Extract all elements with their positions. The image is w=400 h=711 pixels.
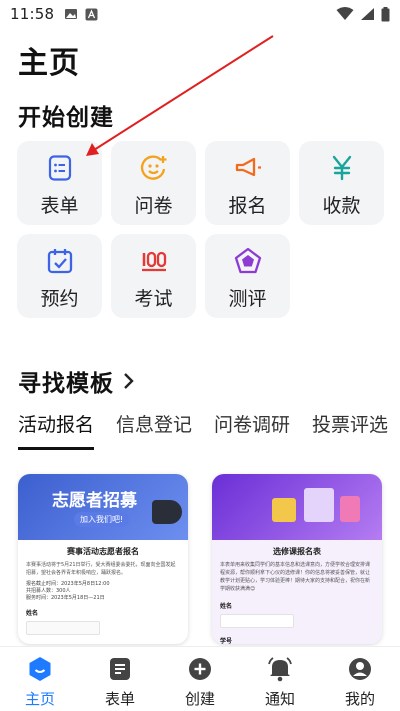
template-cards: 志愿者招募 加入我们吧! 赛事活动志愿者报名 本赛事活动将于5月21日举行，受大…: [18, 474, 382, 644]
page-title: 主页: [18, 46, 80, 81]
nav-notifications-label: 通知: [264, 690, 295, 708]
bell-icon: [267, 656, 293, 682]
status-bar: 11:58: [0, 0, 400, 28]
battery-icon: [381, 6, 390, 21]
card-banner-decoration: [340, 496, 360, 522]
card-description: 本赛事活动将于5月21日举行，受大赛组委会委托，现面向全国发起招募，望社会各界青…: [26, 562, 176, 576]
create-exam-label: 考试: [134, 288, 173, 310]
create-exam-tile[interactable]: 考试: [111, 234, 196, 318]
card-banner: 志愿者招募 加入我们吧!: [18, 474, 188, 540]
card-description: 本表单用来收集同学们的基本信息和选课意向，方便学校合理安排课程资源，帮你顺利拿下…: [220, 562, 371, 592]
create-section-title: 开始创建: [18, 105, 114, 131]
nav-profile[interactable]: 我的: [320, 647, 400, 711]
profile-icon: [347, 656, 373, 682]
card-banner-title: 志愿者招募: [52, 491, 137, 511]
create-form-label: 表单: [40, 195, 79, 217]
card-field-label: 姓名: [26, 610, 39, 617]
status-time: 11:58: [10, 5, 55, 23]
plus-circle-icon: [187, 656, 213, 682]
tab-vote-selection[interactable]: 投票评选: [312, 410, 388, 450]
create-survey-label: 问卷: [134, 195, 173, 217]
yen-icon: [327, 153, 357, 183]
card-heading: 选修课报名表: [273, 547, 321, 556]
create-survey-tile[interactable]: 问卷: [111, 141, 196, 225]
megaphone-illustration-icon: [152, 500, 182, 524]
calendar-check-icon: [45, 246, 75, 276]
nav-create-label: 创建: [184, 690, 215, 708]
create-payment-tile[interactable]: 收款: [299, 141, 384, 225]
create-booking-label: 预约: [40, 288, 79, 310]
create-signup-tile[interactable]: 报名: [205, 141, 290, 225]
create-grid: 表单 问卷 报名 收款 预约 考试 测评: [17, 141, 385, 318]
font-a-icon: [85, 8, 98, 20]
nav-home[interactable]: 主页: [0, 647, 80, 711]
nav-forms-label: 表单: [104, 690, 135, 708]
chevron-right-icon: [122, 372, 134, 390]
tab-info-registration[interactable]: 信息登记: [116, 410, 192, 450]
form-icon: [45, 153, 75, 183]
wifi-icon: [336, 7, 354, 20]
card-banner: [212, 474, 382, 540]
card-meta-line: 服务时间：2023年5月18日—21日: [26, 595, 105, 601]
tab-survey-research[interactable]: 问卷调研: [214, 410, 290, 450]
card-meta: 报名截止时间：2023年5月8日12:00 共招募人数：300人 服务时间：20…: [26, 581, 180, 602]
gallery-icon: [65, 9, 78, 19]
smile-plus-icon: [139, 153, 169, 183]
nav-profile-label: 我的: [344, 690, 375, 708]
home-icon: [27, 656, 53, 682]
card-meta-line: 报名截止时间：2023年5月8日12:00: [26, 581, 110, 587]
card-meta-line: 共招募人数：300人: [26, 588, 71, 594]
nav-notifications[interactable]: 通知: [240, 647, 320, 711]
create-form-tile[interactable]: 表单: [17, 141, 102, 225]
create-assessment-label: 测评: [228, 288, 267, 310]
card-banner-decoration: [304, 488, 334, 522]
create-signup-label: 报名: [228, 195, 267, 217]
megaphone-icon: [233, 153, 263, 183]
tab-activity-signup[interactable]: 活动报名: [18, 410, 95, 450]
card-field-label-2: 学号: [220, 638, 233, 644]
template-card-elective[interactable]: 选修课报名表 本表单用来收集同学们的基本信息和选课意向，方便学校合理安排课程资源…: [212, 474, 382, 644]
nav-forms[interactable]: 表单: [80, 647, 160, 711]
card-heading: 赛事活动志愿者报名: [67, 547, 139, 556]
create-booking-tile[interactable]: 预约: [17, 234, 102, 318]
score-100-icon: [139, 246, 169, 276]
nav-create[interactable]: 创建: [160, 647, 240, 711]
list-doc-icon: [107, 656, 133, 682]
templates-title-text: 寻找模板: [18, 371, 114, 397]
bottom-nav: 主页 表单 创建 通知 我的: [0, 646, 400, 711]
nav-home-label: 主页: [24, 690, 55, 708]
signal-icon: [361, 8, 374, 20]
template-tabs: 活动报名 信息登记 问卷调研 投票评选: [18, 410, 388, 450]
card-body: 选修课报名表 本表单用来收集同学们的基本信息和选课意向，方便学校合理安排课程资源…: [212, 540, 382, 644]
card-banner-subtitle: 加入我们吧!: [74, 512, 130, 527]
card-field-input: [220, 614, 294, 628]
card-field-label: 姓名: [220, 603, 233, 610]
pentagon-icon: [233, 246, 263, 276]
template-card-volunteer[interactable]: 志愿者招募 加入我们吧! 赛事活动志愿者报名 本赛事活动将于5月21日举行，受大…: [18, 474, 188, 644]
create-assessment-tile[interactable]: 测评: [205, 234, 290, 318]
card-banner-decoration: [272, 498, 296, 522]
card-field-input: [26, 621, 100, 635]
create-payment-label: 收款: [322, 195, 361, 217]
templates-title[interactable]: 寻找模板: [18, 364, 134, 398]
